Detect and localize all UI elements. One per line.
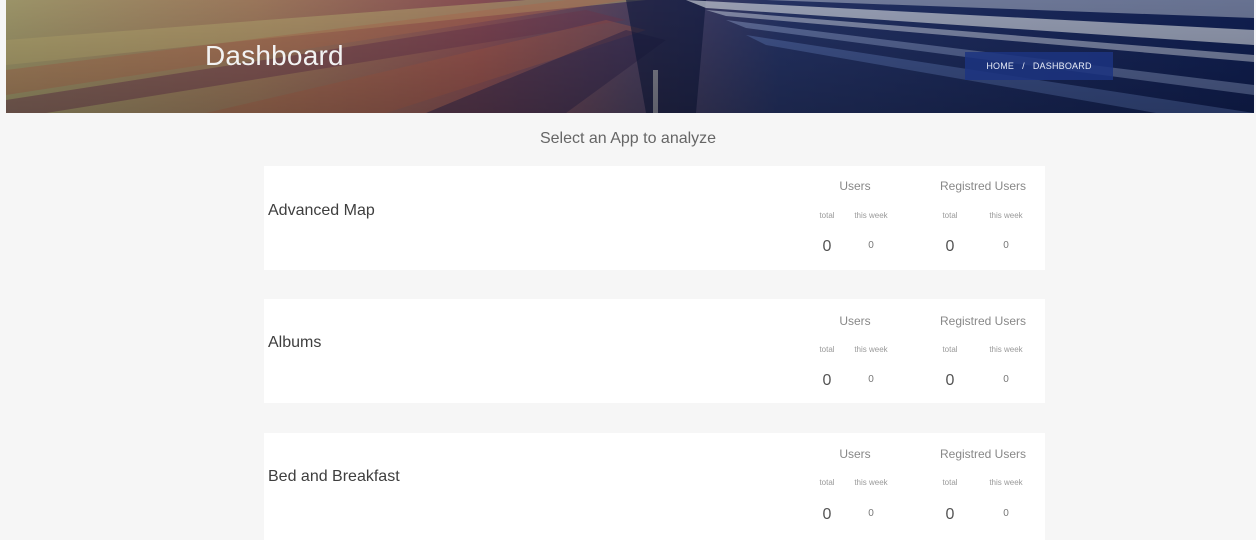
- registered-users-group-title: Registred Users: [939, 314, 1027, 328]
- app-card-bed-and-breakfast[interactable]: Bed and Breakfast Users total this week …: [264, 433, 1045, 540]
- users-total-label: total: [819, 211, 835, 220]
- registered-total-value: 0: [945, 238, 955, 255]
- registered-users-group-title: Registred Users: [939, 447, 1027, 461]
- users-total-value: 0: [822, 238, 832, 255]
- registered-total-label: total: [942, 345, 958, 354]
- registered-users-group-title: Registred Users: [939, 179, 1027, 193]
- registered-week-value: 0: [1003, 508, 1009, 519]
- registered-week-label: this week: [989, 478, 1023, 487]
- app-card-albums[interactable]: Albums Users total this week 0 0 Registr…: [264, 299, 1045, 403]
- users-group-title: Users: [839, 179, 871, 193]
- users-week-value: 0: [868, 374, 874, 385]
- header-banner: Dashboard HOME / DASHBOARD: [6, 0, 1254, 113]
- users-total-label: total: [819, 478, 835, 487]
- users-week-label: this week: [854, 345, 888, 354]
- breadcrumb-current: DASHBOARD: [1032, 61, 1092, 71]
- registered-total-label: total: [942, 478, 958, 487]
- app-name[interactable]: Advanced Map: [268, 202, 375, 220]
- registered-total-label: total: [942, 211, 958, 220]
- users-total-label: total: [819, 345, 835, 354]
- users-week-label: this week: [854, 211, 888, 220]
- users-group-title: Users: [839, 447, 871, 461]
- app-name[interactable]: Bed and Breakfast: [268, 468, 400, 486]
- registered-week-label: this week: [989, 345, 1023, 354]
- app-name[interactable]: Albums: [268, 334, 321, 352]
- users-total-value: 0: [822, 372, 832, 389]
- breadcrumb-separator: /: [1022, 61, 1025, 71]
- registered-week-value: 0: [1003, 374, 1009, 385]
- app-card-advanced-map[interactable]: Advanced Map Users total this week 0 0 R…: [264, 166, 1045, 270]
- registered-week-value: 0: [1003, 240, 1009, 251]
- users-group-title: Users: [839, 314, 871, 328]
- section-subtitle: Select an App to analyze: [539, 130, 717, 147]
- breadcrumb: HOME / DASHBOARD: [965, 52, 1113, 80]
- registered-total-value: 0: [945, 506, 955, 523]
- users-week-label: this week: [854, 478, 888, 487]
- breadcrumb-home-link[interactable]: HOME: [986, 61, 1014, 71]
- registered-total-value: 0: [945, 372, 955, 389]
- page-title: Dashboard: [205, 40, 344, 71]
- users-week-value: 0: [868, 240, 874, 251]
- users-week-value: 0: [868, 508, 874, 519]
- registered-week-label: this week: [989, 211, 1023, 220]
- users-total-value: 0: [822, 506, 832, 523]
